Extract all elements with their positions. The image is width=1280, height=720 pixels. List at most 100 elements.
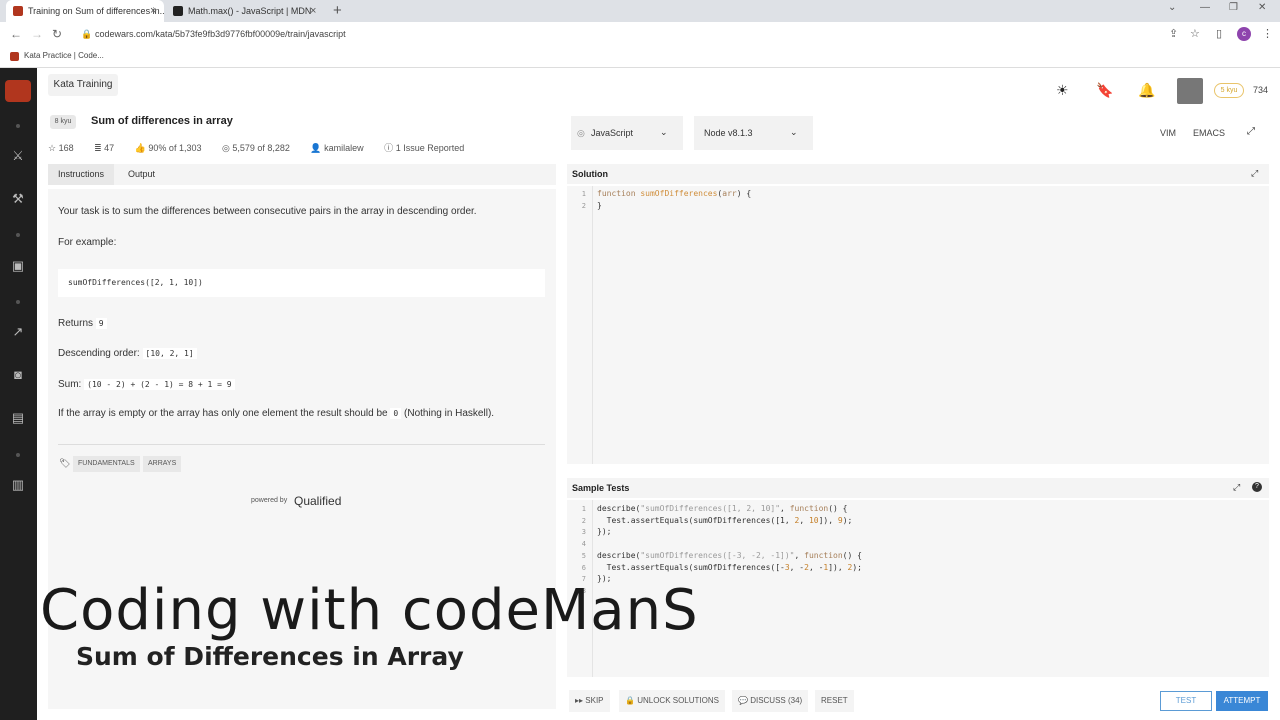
sidebar-dot: [16, 233, 20, 237]
close-tab-icon[interactable]: ×: [310, 0, 316, 22]
issues-stat[interactable]: ⓘ 1 Issue Reported: [384, 143, 473, 153]
collections-stat[interactable]: ≣ 47: [94, 143, 123, 153]
briefcase-icon[interactable]: ▣: [8, 258, 28, 274]
overlay-title: Coding with codeManS: [40, 578, 699, 643]
breadcrumb[interactable]: Kata Training: [48, 74, 118, 96]
divider: [58, 444, 545, 445]
discord-icon[interactable]: ◙: [8, 367, 28, 382]
sample-tests-header: Sample Tests: [567, 478, 1269, 498]
solution-header: Solution: [567, 164, 1269, 184]
tab-output[interactable]: Output: [118, 164, 165, 185]
minimize-icon[interactable]: —: [1200, 2, 1210, 13]
unlock-solutions-button[interactable]: 🔒 UNLOCK SOLUTIONS: [619, 690, 725, 712]
kata-icon[interactable]: ⚒: [8, 191, 28, 207]
reset-button[interactable]: RESET: [815, 690, 854, 712]
tab-search-icon[interactable]: ⌄: [1168, 2, 1176, 13]
emacs-toggle[interactable]: EMACS: [1193, 128, 1225, 138]
chevron-down-icon: ⌄: [660, 127, 668, 137]
solution-editor[interactable]: [567, 186, 1269, 464]
discuss-button[interactable]: 💬 DISCUSS (34): [732, 690, 809, 712]
menu-icon[interactable]: ⋮: [1262, 27, 1273, 40]
browser-tab-mdn[interactable]: Math.max() - JavaScript | MDN: [166, 0, 326, 22]
vim-toggle[interactable]: VIM: [1160, 128, 1176, 138]
lock-icon[interactable]: 🔒: [81, 29, 92, 40]
code-line: Test.assertEquals(sumOfDifferences([-3, …: [597, 563, 862, 572]
skip-button[interactable]: ▸▸ SKIP: [569, 690, 610, 712]
stars-stat[interactable]: ☆ 168: [48, 143, 83, 153]
test-button[interactable]: TEST: [1160, 691, 1212, 711]
reload-icon[interactable]: ↻: [52, 27, 62, 41]
line-number: 6: [581, 564, 586, 572]
example-code: sumOfDifferences([2, 1, 10]): [68, 278, 203, 287]
profile-avatar[interactable]: c: [1237, 27, 1251, 41]
share-icon[interactable]: ⇪: [1169, 27, 1178, 40]
line-number: 1: [581, 190, 586, 198]
codewars-logo-icon[interactable]: [5, 80, 31, 102]
code-line: });: [597, 527, 612, 536]
overlay-subtitle: Sum of Differences in Array: [76, 642, 464, 671]
returns-line: Returns 9: [58, 318, 107, 329]
sidepanel-icon[interactable]: ▯: [1216, 27, 1222, 40]
chevron-down-icon: ⌄: [790, 127, 798, 137]
attempt-button[interactable]: ATTEMPT: [1216, 691, 1268, 711]
line-number: 3: [581, 528, 586, 536]
line-number: 4: [581, 540, 586, 548]
bell-icon[interactable]: 🔔: [1138, 82, 1155, 99]
chat-icon[interactable]: ▤: [8, 410, 28, 426]
left-sidebar: [0, 68, 37, 720]
expand-icon[interactable]: ⤢: [1251, 168, 1258, 179]
descending-line: Descending order: [10, 2, 1]: [58, 348, 197, 359]
docs-icon[interactable]: ▥: [8, 477, 28, 493]
line-number: 2: [581, 517, 586, 525]
practice-icon[interactable]: ⚔: [8, 148, 28, 164]
code-line: Test.assertEquals(sumOfDifferences([1, 2…: [597, 516, 853, 525]
help-icon[interactable]: ?: [1252, 482, 1262, 492]
codewars-favicon-icon: [13, 6, 23, 16]
tab-instructions[interactable]: Instructions: [48, 164, 115, 185]
codewars-favicon-icon: [10, 52, 19, 61]
sun-icon[interactable]: ☀: [1056, 82, 1069, 99]
bookmark-icon[interactable]: 🔖: [1096, 82, 1113, 99]
close-tab-icon[interactable]: ×: [150, 0, 156, 22]
kata-title: Sum of differences in array: [91, 115, 233, 127]
user-avatar[interactable]: [1177, 78, 1203, 104]
rank-badge: 8 kyu: [50, 115, 76, 129]
code-line: function sumOfDifferences(arr) {: [597, 189, 752, 198]
kata-stats: ☆ 168 ≣ 47 👍 90% of 1,303 ◎ 5,579 of 8,2…: [48, 141, 482, 154]
author-stat[interactable]: 👤 kamilalew: [310, 143, 372, 153]
completed-stat: ◎ 5,579 of 8,282: [221, 143, 290, 153]
empty-array-line: If the array is empty or the array has o…: [58, 408, 495, 419]
qualified-logo[interactable]: Qualified: [294, 494, 341, 508]
tab-title: Math.max() - JavaScript | MDN: [188, 6, 312, 16]
satisfaction-stat: 👍 90% of 1,303: [134, 143, 202, 153]
description-text: Your task is to sum the differences betw…: [58, 206, 477, 217]
forward-icon[interactable]: →: [31, 27, 43, 41]
star-icon[interactable]: ☆: [1190, 27, 1200, 40]
line-number: 5: [581, 552, 586, 560]
fullscreen-icon[interactable]: ⤢: [1247, 126, 1255, 137]
sidebar-dot: [16, 300, 20, 304]
user-rank-badge: 5 kyu: [1214, 83, 1244, 98]
tag-fundamentals[interactable]: FUNDAMENTALS: [73, 456, 140, 472]
sum-line: Sum: (10 - 2) + (2 - 1) = 8 + 1 = 9: [58, 379, 235, 390]
tab-title: Training on Sum of differences in...: [28, 6, 164, 16]
maximize-icon[interactable]: ❐: [1229, 2, 1238, 13]
leaderboard-icon[interactable]: ↗: [8, 324, 28, 340]
bookmark-item[interactable]: Kata Practice | Code...: [24, 51, 104, 60]
language-icon: ◎: [577, 128, 585, 138]
line-number: 2: [581, 202, 586, 210]
tag-arrays[interactable]: ARRAYS: [143, 456, 182, 472]
sidebar-dot: [16, 124, 20, 128]
line-number: 1: [581, 505, 586, 513]
powered-by-label: powered by: [251, 497, 288, 504]
back-icon[interactable]: ←: [10, 27, 22, 41]
line-gutter: [567, 186, 593, 464]
browser-tab-active[interactable]: Training on Sum of differences in...: [6, 0, 164, 22]
honor-count: 734: [1253, 85, 1269, 95]
url-field[interactable]: codewars.com/kata/5b73fe9fb3d9776fbf0000…: [95, 29, 346, 39]
code-line: }: [597, 201, 602, 210]
new-tab-button[interactable]: +: [333, 0, 342, 22]
close-window-icon[interactable]: ✕: [1258, 2, 1266, 13]
description-text: For example:: [58, 237, 117, 248]
expand-icon[interactable]: ⤢: [1233, 482, 1240, 493]
